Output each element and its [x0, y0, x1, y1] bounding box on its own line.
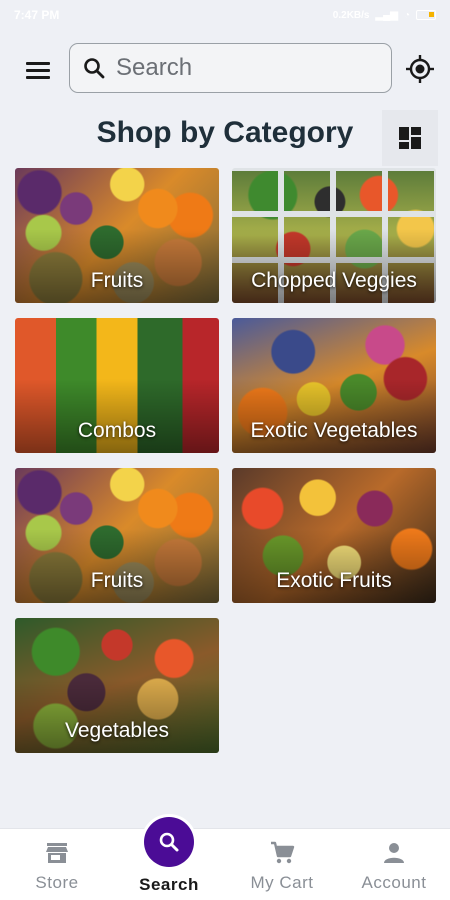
- category-tile-chopped-veggies[interactable]: Chopped Veggies: [232, 168, 436, 303]
- category-tile-combos[interactable]: Combos: [15, 318, 219, 453]
- wifi-icon: ◔: [403, 9, 410, 21]
- store-icon: [43, 839, 71, 867]
- search-input[interactable]: [116, 54, 366, 82]
- category-tile-exotic-fruits[interactable]: Exotic Fruits: [232, 468, 436, 603]
- status-time: 7:47 PM: [14, 8, 60, 22]
- category-tile-exotic-vegetables[interactable]: Exotic Vegetables: [232, 318, 436, 453]
- nav-store[interactable]: Store: [1, 829, 113, 900]
- battery-icon: [416, 10, 436, 20]
- hamburger-line: [26, 61, 50, 65]
- cart-icon: [268, 839, 296, 867]
- account-icon: [380, 839, 408, 867]
- hamburger-line: [26, 75, 50, 79]
- category-tile-fruits-2[interactable]: Fruits: [15, 468, 219, 603]
- nav-label: My Cart: [250, 873, 314, 892]
- nav-label: Store: [35, 873, 79, 892]
- category-label: Combos: [77, 419, 157, 442]
- hamburger-line: [26, 68, 50, 72]
- category-label: Exotic Vegetables: [250, 419, 418, 442]
- search-bar[interactable]: [69, 43, 392, 93]
- search-icon: [84, 58, 105, 79]
- nav-label: Search: [139, 875, 199, 894]
- category-label: Exotic Fruits: [276, 569, 392, 592]
- category-label: Chopped Veggies: [251, 269, 417, 292]
- search-icon: [159, 832, 179, 852]
- network-speed: 0.2KB/s: [332, 9, 370, 21]
- crosshair-icon: [406, 55, 434, 83]
- category-tile-vegetables[interactable]: Vegetables: [15, 618, 219, 753]
- status-icons: 0.2KB/s ▂▄▆ ◔: [333, 10, 436, 21]
- category-tile-fruits[interactable]: Fruits: [15, 168, 219, 303]
- nav-my-cart[interactable]: My Cart: [226, 829, 338, 900]
- grid-view-toggle[interactable]: [382, 110, 438, 166]
- category-label: Vegetables: [65, 719, 169, 742]
- signal-icon: ▂▄▆: [375, 9, 398, 21]
- bottom-navigation: Store Search My Cart Account: [0, 828, 450, 900]
- grid-icon: [399, 127, 421, 149]
- nav-label: Account: [361, 873, 427, 892]
- nav-account[interactable]: Account: [338, 829, 450, 900]
- search-fab-button[interactable]: [144, 817, 194, 867]
- category-label: Fruits: [90, 269, 144, 292]
- status-bar: 7:47 PM 0.2KB/s ▂▄▆ ◔: [0, 0, 450, 30]
- location-button[interactable]: [405, 54, 435, 84]
- menu-button[interactable]: [26, 58, 54, 82]
- category-label: Fruits: [90, 569, 144, 592]
